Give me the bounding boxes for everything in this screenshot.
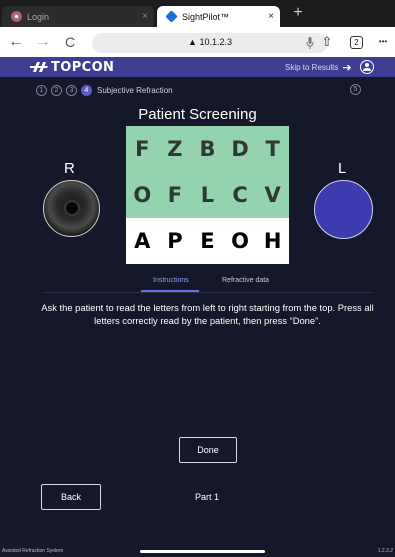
browser-toolbar: ← → C ▲ 10.1.2.3 ⇧ 2 ••• <box>0 27 395 57</box>
app-header: TOPCON Skip to Results ➔ <box>0 57 395 77</box>
chart-letter[interactable]: F <box>159 172 192 218</box>
chart-letter[interactable]: B <box>191 126 224 172</box>
close-tab-icon[interactable]: × <box>262 11 280 22</box>
part-label: Part 1 <box>194 492 219 502</box>
left-eye-label: L <box>338 160 347 177</box>
login-favicon-icon <box>11 11 22 22</box>
app-root: Login × SightPilot™ × + ← → C ▲ 10.1.2.3… <box>0 0 395 557</box>
close-tab-icon[interactable]: × <box>136 11 154 22</box>
more-menu-icon[interactable]: ••• <box>372 32 394 52</box>
chart-letter[interactable]: L <box>191 172 224 218</box>
done-button[interactable]: Done <box>179 437 237 463</box>
right-eye-camera-view <box>43 180 100 237</box>
tab-instructions[interactable]: Instructions <box>153 277 189 284</box>
browser-tab-sightpilot[interactable]: SightPilot™ × <box>157 6 280 27</box>
topcon-logo: TOPCON <box>30 59 114 75</box>
browser-tab-login[interactable]: Login × <box>2 6 154 27</box>
tab-divider <box>43 292 373 293</box>
tab-label: Login <box>27 11 50 22</box>
back-arrow-icon[interactable]: ← <box>6 32 26 52</box>
tab-count-button[interactable]: 2 <box>350 36 363 49</box>
step-indicator: 1 2 3 4 Subjective Refraction <box>36 84 173 96</box>
left-eye-indicator <box>314 180 373 239</box>
chart-letter[interactable]: A <box>126 218 159 264</box>
forward-arrow-icon[interactable]: → <box>33 32 53 52</box>
chart-letter[interactable]: D <box>224 126 257 172</box>
arrow-right-icon: ➔ <box>342 62 352 74</box>
tab-label: SightPilot™ <box>182 11 230 22</box>
skip-label: Skip to Results <box>285 63 339 72</box>
chart-letter[interactable]: Z <box>159 126 192 172</box>
letter-chart: F Z B D T O F L C V A P E O H <box>126 126 289 265</box>
pupil-image <box>64 200 80 216</box>
new-tab-button[interactable]: + <box>288 3 308 23</box>
tab-refractive-data[interactable]: Refractive data <box>222 277 269 284</box>
chart-letter[interactable]: T <box>256 126 289 172</box>
address-bar[interactable]: ▲ 10.1.2.3 <box>92 33 328 53</box>
step-2[interactable]: 2 <box>51 84 62 96</box>
chart-letter[interactable]: V <box>256 172 289 218</box>
chart-letter[interactable]: O <box>224 218 257 264</box>
active-step-label: Subjective Refraction <box>97 85 173 95</box>
instructions-text: Ask the patient to read the letters from… <box>41 302 374 326</box>
footer-system-name: Assisted Refraction System <box>2 548 64 554</box>
chart-letter[interactable]: E <box>191 218 224 264</box>
page-title: Patient Screening <box>138 106 257 123</box>
chart-letter[interactable]: H <box>256 218 289 264</box>
right-eye-label: R <box>64 160 75 177</box>
user-account-icon[interactable] <box>360 60 374 74</box>
chart-letter[interactable]: O <box>126 172 159 218</box>
chart-letter[interactable]: C <box>224 172 257 218</box>
chart-letter[interactable]: F <box>126 126 159 172</box>
chart-letter[interactable]: P <box>159 218 192 264</box>
microphone-icon[interactable] <box>306 37 314 49</box>
skip-to-results-link[interactable]: Skip to Results ➔ <box>285 61 352 74</box>
url-text: ▲ 10.1.2.3 <box>188 37 232 47</box>
browser-tab-strip: Login × SightPilot™ × + <box>0 0 395 27</box>
home-indicator[interactable] <box>140 550 265 553</box>
step-5[interactable]: 5 <box>350 84 361 95</box>
share-icon[interactable]: ⇧ <box>317 32 337 52</box>
chart-row-2: O F L C V <box>126 172 289 218</box>
logo-text: TOPCON <box>51 59 115 75</box>
reload-icon[interactable]: C <box>60 32 80 52</box>
footer-version: 1.2.3.2 <box>377 548 393 554</box>
step-4-active[interactable]: 4 <box>81 84 92 96</box>
chart-row-3: A P E O H <box>126 218 289 264</box>
sightpilot-favicon-icon <box>165 10 178 23</box>
chart-row-1: F Z B D T <box>126 126 289 172</box>
topcon-logo-mark-icon <box>30 62 48 72</box>
step-3[interactable]: 3 <box>66 84 77 96</box>
step-1[interactable]: 1 <box>36 84 47 96</box>
